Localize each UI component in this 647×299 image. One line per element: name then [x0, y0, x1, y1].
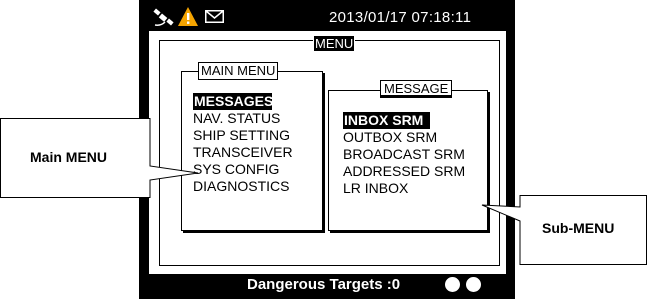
sub-menu-item-inbox-srm-label: INBOX SRM — [344, 112, 426, 128]
satellite-icon — [153, 8, 174, 26]
sub-menu-item-lr-inbox[interactable]: LR INBOX — [343, 180, 479, 197]
main-menu-item-sys-config[interactable]: SYS CONFIG — [193, 161, 293, 178]
warning-icon — [178, 7, 198, 26]
callout-sub-menu-label: Sub-MENU — [542, 220, 615, 236]
main-menu-item-ship-setting[interactable]: SHIP SETTING — [193, 127, 293, 144]
sub-menu-item-addressed-srm[interactable]: ADDRESSED SRM — [343, 163, 479, 180]
sub-menu-item-outbox-srm[interactable]: OUTBOX SRM — [343, 129, 479, 146]
sub-menu-item-inbox-srm[interactable]: INBOX SRM — [343, 112, 479, 129]
main-menu-item-nav-status[interactable]: NAV. STATUS — [193, 110, 293, 127]
mail-icon — [205, 10, 224, 23]
callout-main-menu-label: Main MENU — [30, 149, 107, 165]
main-menu-item-messages[interactable]: MESSAGES — [193, 93, 273, 110]
status-datetime: 2013/01/17 07:18:11 — [329, 9, 472, 26]
main-menu-item-diagnostics[interactable]: DIAGNOSTICS — [193, 178, 293, 195]
indicator-dot-1 — [445, 277, 460, 292]
dangerous-targets-status: Dangerous Targets :0 — [247, 276, 401, 293]
menu-title: MENU — [313, 35, 356, 53]
main-menu-title: MAIN MENU — [198, 62, 279, 80]
main-menu-list: MESSAGES NAV. STATUS SHIP SETTING TRANSC… — [193, 93, 293, 195]
sub-menu-item-broadcast-srm[interactable]: BROADCAST SRM — [343, 146, 479, 163]
menu-title-text: MENU — [314, 36, 355, 51]
indicator-dot-2 — [466, 277, 481, 292]
main-menu-item-transceiver[interactable]: TRANSCEIVER — [193, 144, 293, 161]
sub-menu-list: INBOX SRM OUTBOX SRM BROADCAST SRM ADDRE… — [343, 112, 479, 197]
sub-menu-title: MESSAGE — [380, 80, 453, 98]
